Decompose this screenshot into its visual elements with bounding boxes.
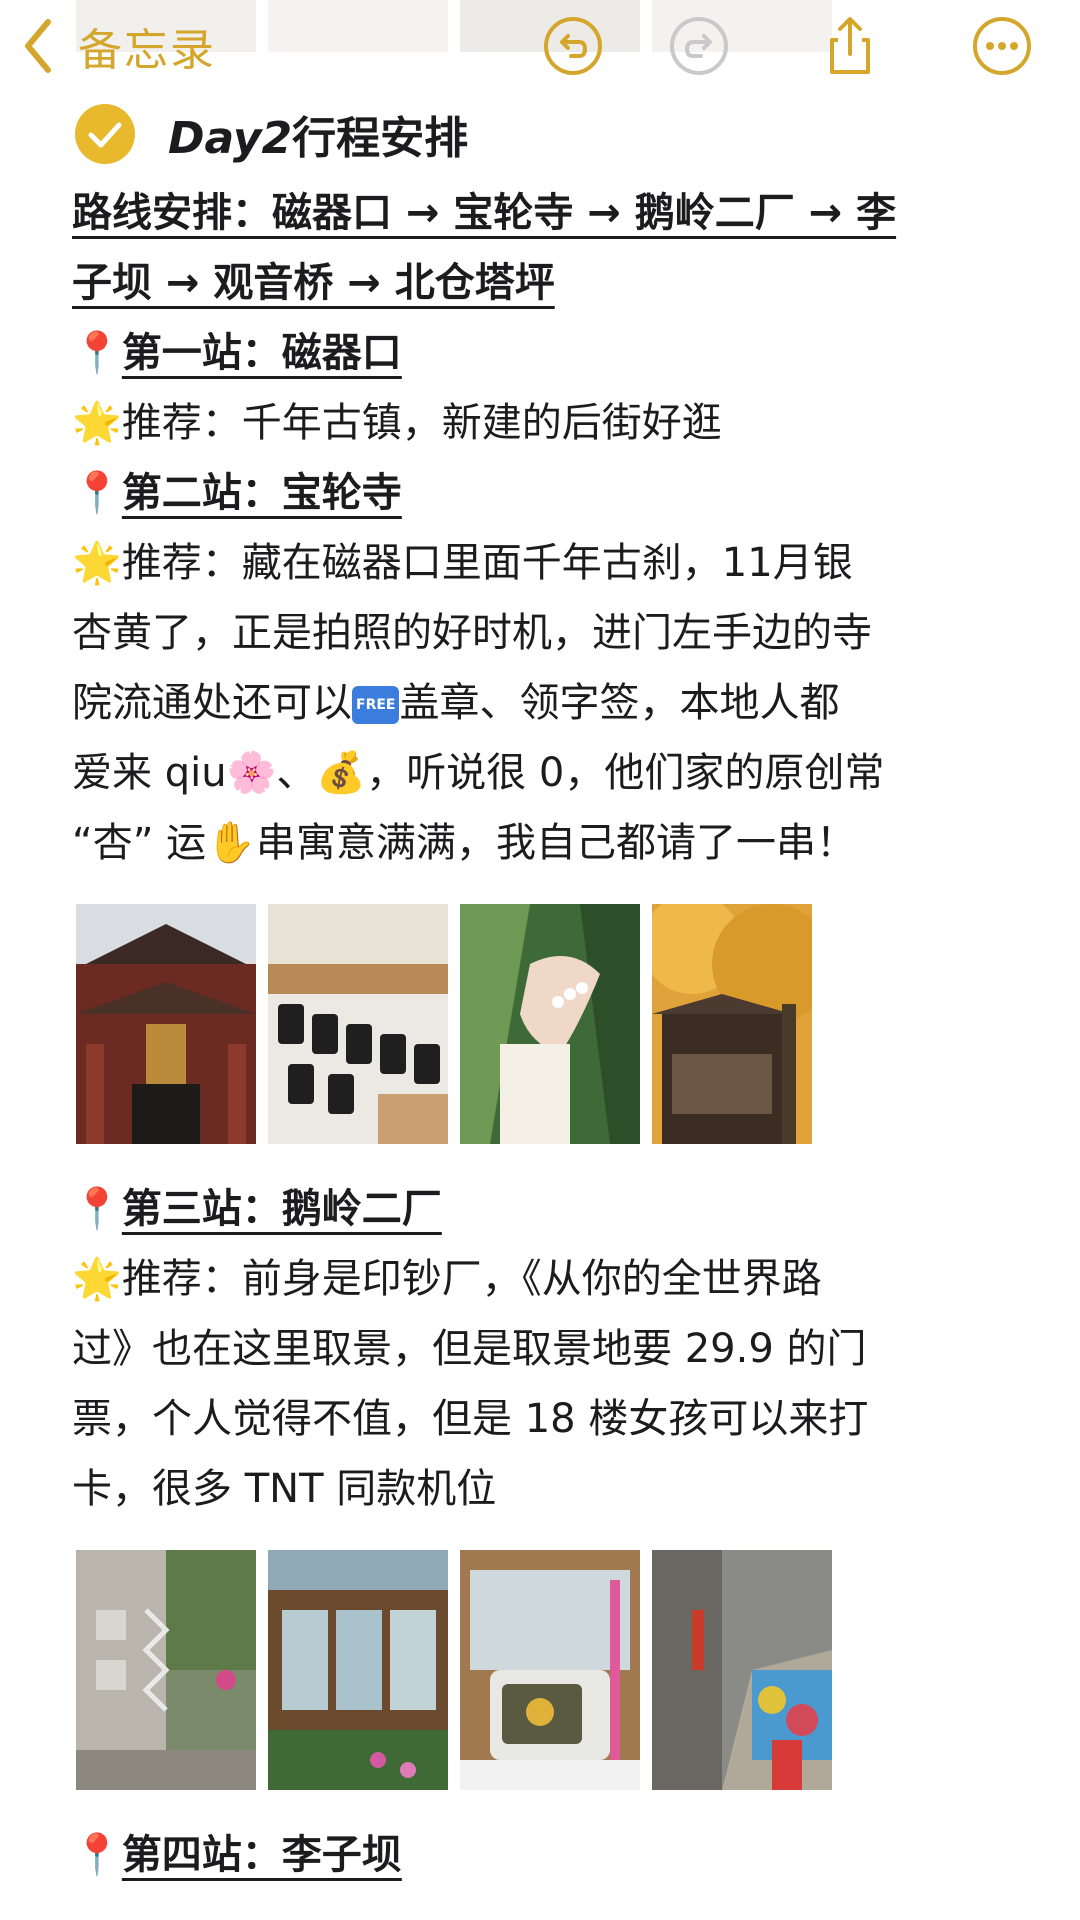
undo-button[interactable]: [541, 14, 605, 78]
body-line: 爱来 qiu🌸、💰，听说很 0，他们家的原创常: [72, 738, 1022, 808]
star-icon: 🌟: [72, 1256, 122, 1302]
body-text: ，听说很 0，他们家的原创常: [366, 750, 885, 796]
stamps-photo[interactable]: [268, 904, 448, 1144]
body-text: 、: [276, 750, 317, 796]
station-heading: 📍第四站：李子坝: [72, 1820, 1022, 1890]
body-line: 卡，很多 TNT 同款机位: [72, 1466, 497, 1512]
free-badge-icon: FREE: [352, 686, 400, 724]
redo-button[interactable]: [667, 14, 731, 78]
pin-icon: 📍: [72, 1832, 122, 1878]
body-text: 院流通处还可以: [72, 680, 352, 726]
more-icon: [973, 17, 1031, 75]
station-heading: 📍第二站：宝轮寺: [72, 458, 1022, 528]
body-line: 杏黄了，正是拍照的好时机，进门左手边的寺: [72, 610, 872, 656]
body-line: 院流通处还可以 FREE 盖章、领字签，本地人都: [72, 668, 1022, 738]
vintage-tv-photo[interactable]: [460, 1550, 640, 1790]
body-text: 盖章、领字签，本地人都: [399, 680, 840, 726]
heading-rest: 行程安排: [292, 113, 469, 164]
star-icon: 🌟: [72, 540, 122, 586]
recommend-text: 推荐：千年古镇，新建的后街好逛: [121, 400, 722, 446]
ginkgo-temple-photo[interactable]: [652, 904, 812, 1144]
raised-hand-icon: ✋: [206, 820, 256, 866]
spiral-stair-photo[interactable]: [76, 1550, 256, 1790]
route-line-1: 路线安排：磁器口 → 宝轮寺 → 鹅岭二厂 → 李: [72, 190, 897, 236]
body-line: “杏” 运✋串寓意满满，我自己都请了一串！: [72, 808, 1022, 878]
share-button[interactable]: [818, 14, 882, 78]
more-button[interactable]: [970, 14, 1034, 78]
checkmark-circle-icon[interactable]: [74, 103, 136, 165]
pin-icon: 📍: [72, 1186, 122, 1232]
recommend-text: 推荐：前身是印钞厂，《从你的全世界路: [121, 1256, 822, 1302]
route-line-2: 子坝 → 观音桥 → 北仓塔坪: [72, 260, 555, 306]
station-title: 第一站：磁器口: [121, 330, 402, 376]
bracelet-photo[interactable]: [460, 904, 640, 1144]
body-line: 票，个人觉得不值，但是 18 楼女孩可以来打: [72, 1396, 869, 1442]
heading-day: Day2: [168, 113, 293, 164]
cherry-blossom-icon: 🌸: [226, 750, 277, 796]
recommend-line: 🌟推荐：藏在磁器口里面千年古刹，11月银: [72, 528, 1022, 598]
undo-icon: [544, 17, 602, 75]
redo-icon: [670, 17, 728, 75]
body-line: 过》也在这里取景，但是取景地要 29.9 的门: [72, 1326, 867, 1372]
share-icon: [830, 17, 870, 74]
photo-row: [76, 1550, 1022, 1790]
checklist-heading-row: Day2行程安排: [74, 102, 468, 166]
recommend-line: 🌟推荐：前身是印钞厂，《从你的全世界路: [72, 1244, 1022, 1314]
station-heading: 📍第三站：鹅岭二厂: [72, 1174, 1022, 1244]
station-title: 第四站：李子坝: [121, 1832, 402, 1878]
chevron-left-icon: [25, 19, 51, 73]
photo-row: [76, 904, 1022, 1144]
back-label: 备忘录: [78, 25, 216, 76]
body-text: 串寓意满满，我自己都请了一串！: [255, 820, 856, 866]
temple-gate-photo[interactable]: [76, 904, 256, 1144]
star-icon: 🌟: [72, 400, 122, 446]
recommend-line: 🌟推荐：千年古镇，新建的后街好逛: [72, 388, 1022, 458]
note-heading: Day2行程安排: [168, 102, 468, 166]
station-title: 第二站：宝轮寺: [121, 470, 402, 516]
glass-house-photo[interactable]: [268, 1550, 448, 1790]
money-bag-icon: 💰: [316, 750, 367, 796]
pin-icon: 📍: [72, 470, 122, 516]
graffiti-alley-photo[interactable]: [652, 1550, 832, 1790]
nav-bar: 备忘录: [0, 0, 1080, 92]
note-body[interactable]: 路线安排：磁器口 → 宝轮寺 → 鹅岭二厂 → 李 子坝 → 观音桥 → 北仓塔…: [72, 182, 1022, 1890]
pin-icon: 📍: [72, 330, 122, 376]
station-heading: 📍第一站：磁器口: [72, 318, 1022, 388]
station-title: 第三站：鹅岭二厂: [121, 1186, 442, 1232]
body-text: 爱来 qiu: [72, 750, 227, 796]
body-text: “杏” 运: [72, 820, 207, 866]
recommend-text: 推荐：藏在磁器口里面千年古刹，11月银: [121, 540, 853, 586]
back-button[interactable]: 备忘录: [18, 14, 216, 78]
